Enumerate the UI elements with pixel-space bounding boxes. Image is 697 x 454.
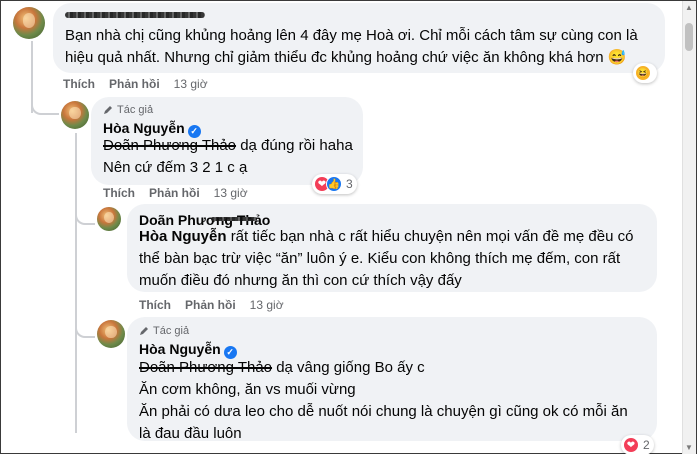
- comment-text: Doãn Phương Thảo dạ vâng giống Bo ấy c Ă…: [139, 359, 628, 442]
- avatar[interactable]: [61, 101, 89, 129]
- reply-button[interactable]: Phản hồi: [185, 298, 236, 312]
- comment-actions: Thích Phản hồi 13 giờ: [103, 186, 248, 200]
- like-button[interactable]: Thích: [139, 298, 171, 312]
- comment-actions: Thích Phản hồi 13 giờ: [139, 298, 284, 312]
- timestamp[interactable]: 13 giờ: [214, 186, 248, 200]
- reply-button[interactable]: Phản hồi: [149, 186, 200, 200]
- heart-icon: ❤: [623, 437, 639, 453]
- avatar[interactable]: [97, 207, 121, 231]
- pencil-icon: [140, 327, 148, 335]
- like-button[interactable]: Thích: [63, 77, 95, 91]
- comment-bubble: Doãn Phương Thảo Hòa Nguyễn rất tiếc bạn…: [127, 204, 657, 292]
- mention-link[interactable]: Doãn Phương Thảo: [103, 137, 236, 154]
- thread-connector: [31, 101, 59, 115]
- author-badge: Tác giả: [103, 104, 153, 116]
- redacted-name: [211, 217, 257, 221]
- thread-connector: [75, 324, 95, 338]
- pencil-icon: [104, 106, 112, 114]
- like-icon: 👍: [326, 176, 342, 192]
- comment-text: Bạn nhà chị cũng khủng hoảng lên 4 đây m…: [65, 27, 638, 66]
- haha-icon: 😆: [635, 65, 651, 81]
- scroll-up-icon[interactable]: ▲: [685, 4, 693, 12]
- comment-bubble: Tác giả Hòa Nguyễn ✓ Doãn Phương Thảo dạ …: [127, 317, 657, 442]
- thread-connector: [75, 211, 95, 225]
- comment-bubble: Bạn nhà chị cũng khủng hoảng lên 4 đây m…: [53, 3, 665, 73]
- comment-text: Hòa Nguyễn rất tiếc bạn nhà c rất hiểu c…: [139, 228, 634, 289]
- avatar[interactable]: [97, 320, 125, 348]
- comment-actions: Thích Phản hồi 13 giờ: [63, 77, 208, 91]
- reaction-summary[interactable]: ❤ 2: [621, 435, 654, 454]
- thread-line: [75, 133, 77, 433]
- scrollbar[interactable]: ▲ ▼: [682, 1, 696, 454]
- comment-text: Doãn Phương Thảo dạ đúng rồi haha Nên cứ…: [103, 137, 353, 176]
- reaction-count: 2: [643, 438, 650, 452]
- avatar[interactable]: [13, 7, 45, 39]
- scroll-thumb[interactable]: [685, 23, 693, 51]
- mention-link[interactable]: Doãn Phương Thảo: [139, 359, 272, 376]
- redacted-name: [65, 12, 205, 18]
- author-badge: Tác giả: [139, 325, 189, 337]
- reaction-summary[interactable]: 😆: [633, 63, 657, 83]
- reply-button[interactable]: Phản hồi: [109, 77, 160, 91]
- mention-link[interactable]: Hòa Nguyễn: [139, 228, 227, 245]
- like-button[interactable]: Thích: [103, 186, 135, 200]
- scroll-down-icon[interactable]: ▼: [685, 444, 693, 452]
- reaction-count: 3: [346, 177, 353, 191]
- reaction-summary[interactable]: ❤ 👍 3: [312, 174, 357, 194]
- comment-bubble: Tác giả Hòa Nguyễn ✓ Doãn Phương Thảo dạ …: [91, 97, 363, 185]
- timestamp[interactable]: 13 giờ: [250, 298, 284, 312]
- timestamp[interactable]: 13 giờ: [174, 77, 208, 91]
- sweat-smile-emoji: 😅: [607, 49, 627, 66]
